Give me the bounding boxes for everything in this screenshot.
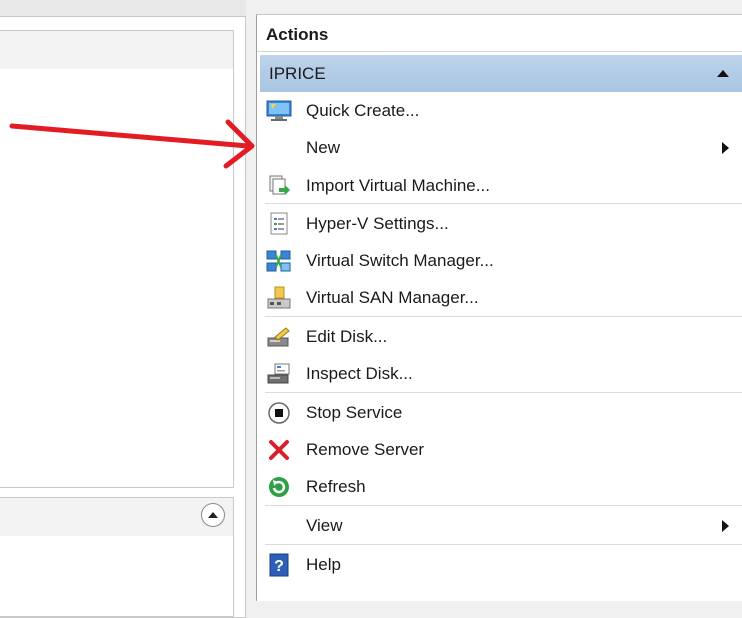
action-label: Edit Disk... [306,327,388,346]
separator [265,392,742,393]
action-label: Hyper-V Settings... [306,214,449,233]
pane-splitter[interactable] [246,0,256,600]
action-label: Import Virtual Machine... [306,176,490,195]
action-inspect-disk[interactable]: Inspect Disk... [260,355,742,392]
refresh-icon [266,474,292,500]
action-hyperv-settings[interactable]: Hyper-V Settings... [260,205,742,242]
details-panel-header [0,497,234,537]
group-header-iprice[interactable]: IPRICE [260,55,742,92]
submenu-arrow-icon [722,142,729,154]
action-label: Remove Server [306,440,425,459]
group-header-label: IPRICE [269,64,326,83]
details-panel [0,536,234,617]
separator [265,544,742,545]
separator [265,505,742,506]
action-stop-service[interactable]: Stop Service [260,394,742,431]
action-label: Refresh [306,477,366,496]
action-label: Virtual Switch Manager... [306,251,494,270]
annotation-arrow [9,119,255,169]
help-icon: ? [266,552,292,578]
action-virtual-switch-manager[interactable]: Virtual Switch Manager... [260,242,742,279]
separator [265,203,742,204]
action-label: Stop Service [306,403,403,422]
action-help[interactable]: ? Help [260,546,742,583]
action-label: Inspect Disk... [306,364,413,383]
collapse-details-button[interactable] [201,503,225,527]
inspect-disk-icon [266,361,292,387]
action-label: View [306,516,343,535]
stop-icon [266,400,292,426]
separator [265,316,742,317]
settings-document-icon [266,211,292,237]
action-remove-server[interactable]: Remove Server [260,431,742,468]
action-view[interactable]: View [260,507,742,544]
svg-text:?: ? [274,558,284,575]
red-x-icon [266,437,292,463]
virtual-machines-header [0,30,234,70]
chevron-up-icon [208,512,218,518]
san-manager-icon [266,285,292,311]
action-import-virtual-machine[interactable]: Import Virtual Machine... [260,167,742,204]
action-edit-disk[interactable]: Edit Disk... [260,318,742,355]
action-label: Help [306,555,341,574]
action-quick-create[interactable]: Quick Create... [260,92,742,129]
actions-title: Actions [257,15,742,52]
action-label: Virtual SAN Manager... [306,288,479,307]
edit-disk-icon [266,324,292,350]
submenu-arrow-icon [722,520,729,532]
network-switch-icon [266,248,292,274]
action-virtual-san-manager[interactable]: Virtual SAN Manager... [260,279,742,316]
action-label: Quick Create... [306,101,420,120]
action-label: New [306,138,341,157]
collapse-group-icon[interactable] [717,70,729,77]
actions-pane: Actions IPRICE Quick Create... New Impor… [256,14,742,601]
action-refresh[interactable]: Refresh [260,468,742,505]
center-pane [0,0,246,618]
action-new[interactable]: New [260,129,742,166]
